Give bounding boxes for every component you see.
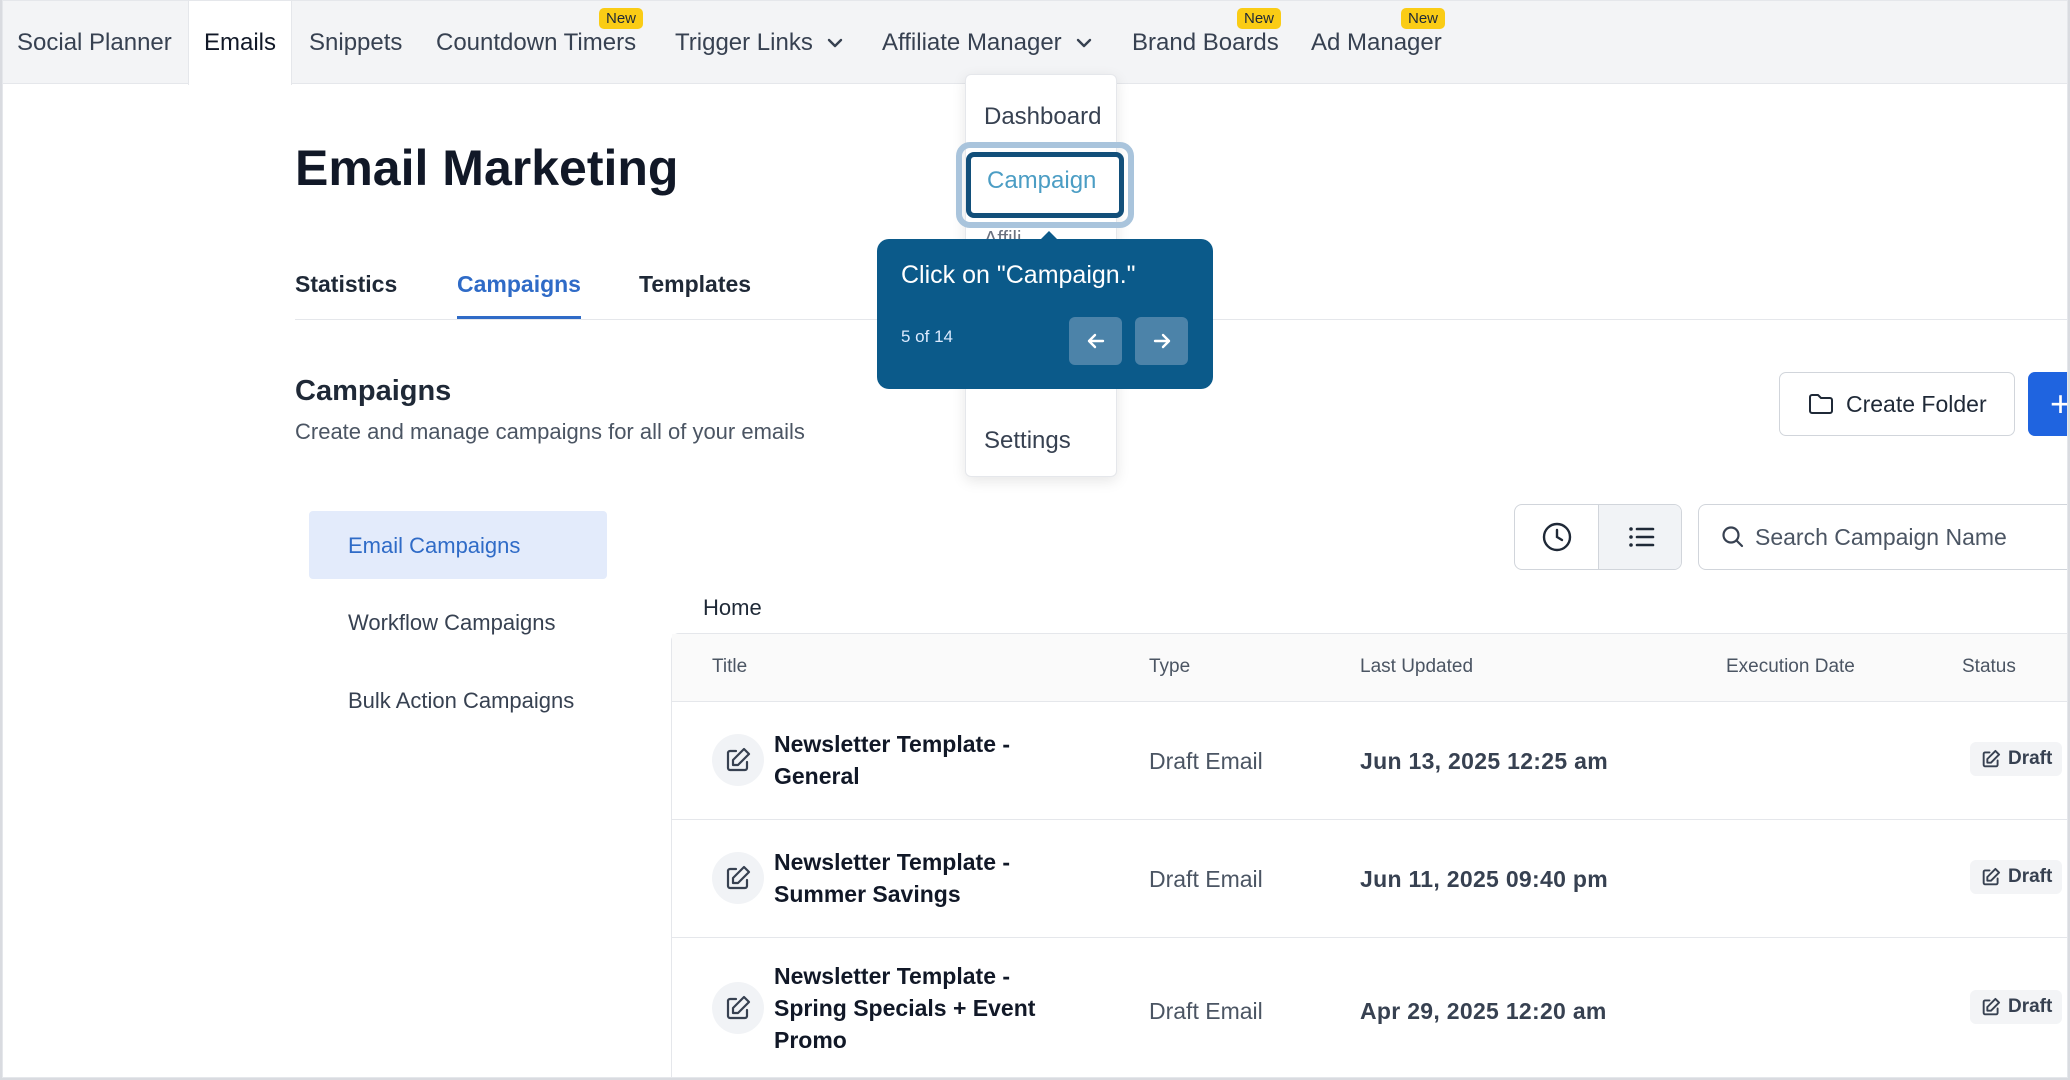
status-label: Draft: [2008, 996, 2053, 1017]
sidebar-item-email-campaigns[interactable]: Email Campaigns: [348, 533, 520, 559]
campaigns-table: Title Type Last Updated Execution Date S…: [671, 633, 2067, 1077]
nav-label: Social Planner: [17, 28, 172, 56]
edit-icon: [1982, 997, 2001, 1016]
tab-templates[interactable]: Templates: [639, 271, 751, 298]
column-header-execution-date[interactable]: Execution Date: [1726, 656, 1855, 678]
recent-view-button[interactable]: [1515, 505, 1598, 569]
sidebar-item-workflow-campaigns[interactable]: Workflow Campaigns: [348, 610, 555, 636]
nav-label: Snippets: [309, 28, 403, 56]
campaign-type: Draft Email: [1149, 998, 1263, 1024]
top-navigation: Social Planner Emails Snippets Countdown…: [3, 1, 2067, 85]
breadcrumb[interactable]: Home: [703, 595, 762, 621]
campaign-last-updated: Jun 13, 2025 12:25 am: [1360, 748, 1608, 774]
search-input[interactable]: [1755, 523, 2055, 551]
tooltip-previous-button[interactable]: [1069, 317, 1122, 365]
chevron-down-icon: [827, 38, 843, 47]
list-view-button[interactable]: [1598, 505, 1681, 569]
dropdown-item-settings[interactable]: Settings: [984, 427, 1071, 455]
dropdown-item-campaign[interactable]: Campaign: [966, 152, 1124, 218]
create-folder-button[interactable]: Create Folder: [1779, 372, 2015, 436]
table-row[interactable]: Newsletter Template - Summer Savings Dra…: [672, 820, 2067, 938]
create-folder-label: Create Folder: [1846, 390, 1987, 417]
app-frame: Social Planner Emails Snippets Countdown…: [2, 0, 2068, 1078]
nav-trigger-links[interactable]: Trigger Links: [675, 1, 845, 84]
campaign-title[interactable]: Newsletter Template - Summer Savings: [774, 846, 1074, 910]
arrow-right-icon: [1153, 333, 1170, 349]
nav-affiliate-manager[interactable]: Affiliate Manager: [882, 1, 1094, 84]
nav-label: Trigger Links: [675, 28, 813, 56]
section-subtitle: Create and manage campaigns for all of y…: [295, 419, 805, 444]
nav-emails[interactable]: Emails: [188, 1, 293, 85]
arrow-left-icon: [1087, 333, 1104, 349]
sidebar-item-bulk-action-campaigns[interactable]: Bulk Action Campaigns: [348, 688, 574, 714]
nav-label: Brand Boards: [1132, 28, 1279, 56]
search-icon: [1722, 526, 1744, 548]
edit-icon: [1982, 867, 2001, 886]
page-title: Email Marketing: [295, 140, 679, 196]
chevron-down-icon: [1076, 38, 1091, 47]
campaign-type: Draft Email: [1149, 866, 1263, 892]
list-icon: [1629, 527, 1655, 547]
new-badge: New: [1237, 8, 1282, 29]
section-title: Campaigns: [295, 375, 452, 407]
plus-icon: +: [2050, 383, 2067, 425]
campaign-title[interactable]: Newsletter Template - Spring Specials + …: [774, 960, 1074, 1056]
column-header-type[interactable]: Type: [1149, 656, 1190, 678]
campaign-title[interactable]: Newsletter Template - General: [774, 728, 1074, 792]
new-badge: New: [599, 8, 644, 29]
edit-icon: [712, 982, 764, 1034]
nav-label: Ad Manager: [1311, 28, 1442, 56]
nav-label: Emails: [204, 29, 277, 56]
nav-social-planner[interactable]: Social Planner: [17, 1, 172, 84]
edit-icon: [1982, 749, 2001, 768]
folder-icon: [1809, 394, 1833, 414]
nav-label: Affiliate Manager: [882, 28, 1062, 56]
nav-label: Countdown Timers: [436, 28, 637, 56]
status-badge: Draft: [1970, 860, 2063, 894]
new-campaign-button[interactable]: +: [2028, 372, 2067, 436]
campaign-type: Draft Email: [1149, 748, 1263, 774]
tooltip-step-counter: 5 of 14: [901, 327, 953, 346]
tab-campaigns[interactable]: Campaigns: [457, 271, 581, 298]
dropdown-item-label: Campaign: [987, 167, 1097, 194]
status-badge: Draft: [1970, 742, 2063, 776]
walkthrough-tooltip: Click on "Campaign." 5 of 14: [877, 239, 1213, 389]
column-header-status[interactable]: Status: [1962, 656, 2016, 678]
tooltip-next-button[interactable]: [1135, 317, 1188, 365]
view-toggle: [1514, 504, 1682, 570]
walkthrough-highlight: Campaign: [956, 142, 1134, 228]
status-badge: Draft: [1970, 990, 2063, 1024]
nav-snippets[interactable]: Snippets: [309, 1, 402, 84]
column-header-last-updated[interactable]: Last Updated: [1360, 656, 1473, 678]
status-label: Draft: [2008, 748, 2053, 769]
tooltip-text: Click on "Campaign.": [901, 261, 1136, 289]
edit-icon: [712, 734, 764, 786]
tab-statistics[interactable]: Statistics: [295, 271, 397, 298]
campaign-last-updated: Apr 29, 2025 12:20 am: [1360, 998, 1607, 1024]
active-tab-indicator: [457, 316, 581, 319]
table-row[interactable]: Newsletter Template - General Draft Emai…: [672, 702, 2067, 820]
search-box: [1698, 504, 2067, 570]
table-header: Title Type Last Updated Execution Date S…: [672, 634, 2067, 702]
new-badge: New: [1401, 8, 1446, 29]
dropdown-item-dashboard[interactable]: Dashboard: [984, 103, 1101, 131]
table-row[interactable]: Newsletter Template - Spring Specials + …: [672, 938, 2067, 1077]
status-label: Draft: [2008, 866, 2053, 887]
column-header-title[interactable]: Title: [712, 656, 747, 678]
edit-icon: [712, 852, 764, 904]
campaign-last-updated: Jun 11, 2025 09:40 pm: [1360, 866, 1608, 892]
clock-icon: [1542, 522, 1571, 552]
